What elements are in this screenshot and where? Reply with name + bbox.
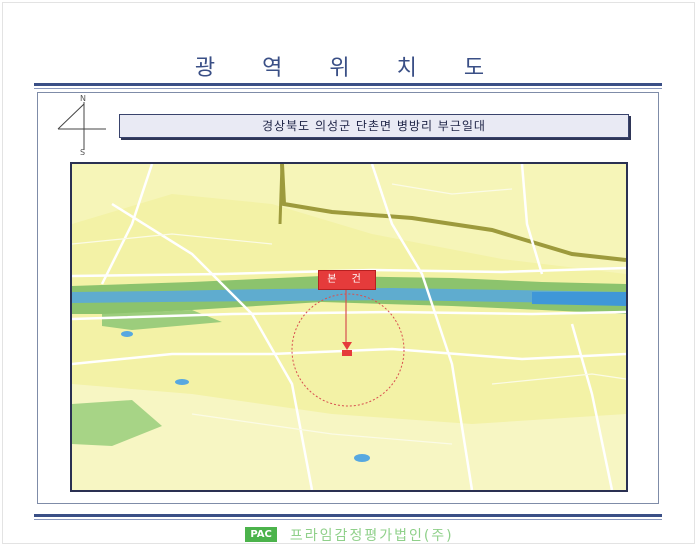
footer: PAC 프라임감정평가법인(주) bbox=[0, 524, 699, 544]
compass-south-label: S bbox=[80, 148, 86, 157]
title-rule bbox=[34, 83, 662, 86]
footer-rule bbox=[34, 514, 662, 517]
page-title: 광 역 위 치 도 bbox=[194, 56, 505, 81]
footer-rule-thin bbox=[34, 519, 662, 520]
site-marker-label: 본 건 bbox=[318, 270, 376, 290]
company-name: 프라임감정평가법인(주) bbox=[289, 527, 454, 544]
compass-icon: N S bbox=[54, 94, 110, 157]
pac-logo: PAC bbox=[245, 527, 277, 542]
location-map[interactable]: 본 건 bbox=[70, 162, 628, 492]
compass-north-label: N bbox=[80, 94, 86, 103]
title-rule-thin bbox=[34, 88, 662, 89]
location-label: 경상북도 의성군 단촌면 병방리 부근일대 bbox=[119, 114, 629, 138]
map-graphic bbox=[72, 164, 626, 490]
